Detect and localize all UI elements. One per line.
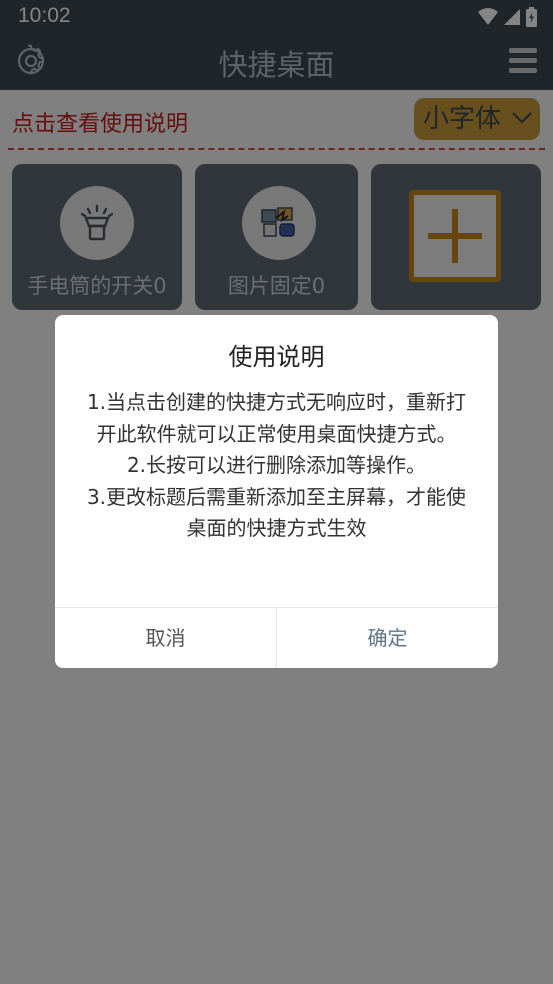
dialog-title: 使用说明 xyxy=(228,343,325,371)
dialog-line: 1.当点击创建的快捷方式无响应时，重新打开此软件就可以正常使用桌面快捷方式。 xyxy=(86,390,467,446)
dialog-actions: 取消 确定 xyxy=(55,607,498,668)
confirm-button[interactable]: 确定 xyxy=(277,608,498,668)
cancel-button[interactable]: 取消 xyxy=(55,608,277,668)
instructions-dialog: 使用说明 1.当点击创建的快捷方式无响应时，重新打开此软件就可以正常使用桌面快捷… xyxy=(55,315,498,668)
dialog-body: 1.当点击创建的快捷方式无响应时，重新打开此软件就可以正常使用桌面快捷方式。 2… xyxy=(79,387,474,545)
dialog-line: 2.长按可以进行删除添加等操作。 xyxy=(126,453,427,477)
dialog-line: 3.更改标题后需重新添加至主屏幕，才能使桌面的快捷方式生效 xyxy=(86,484,467,541)
